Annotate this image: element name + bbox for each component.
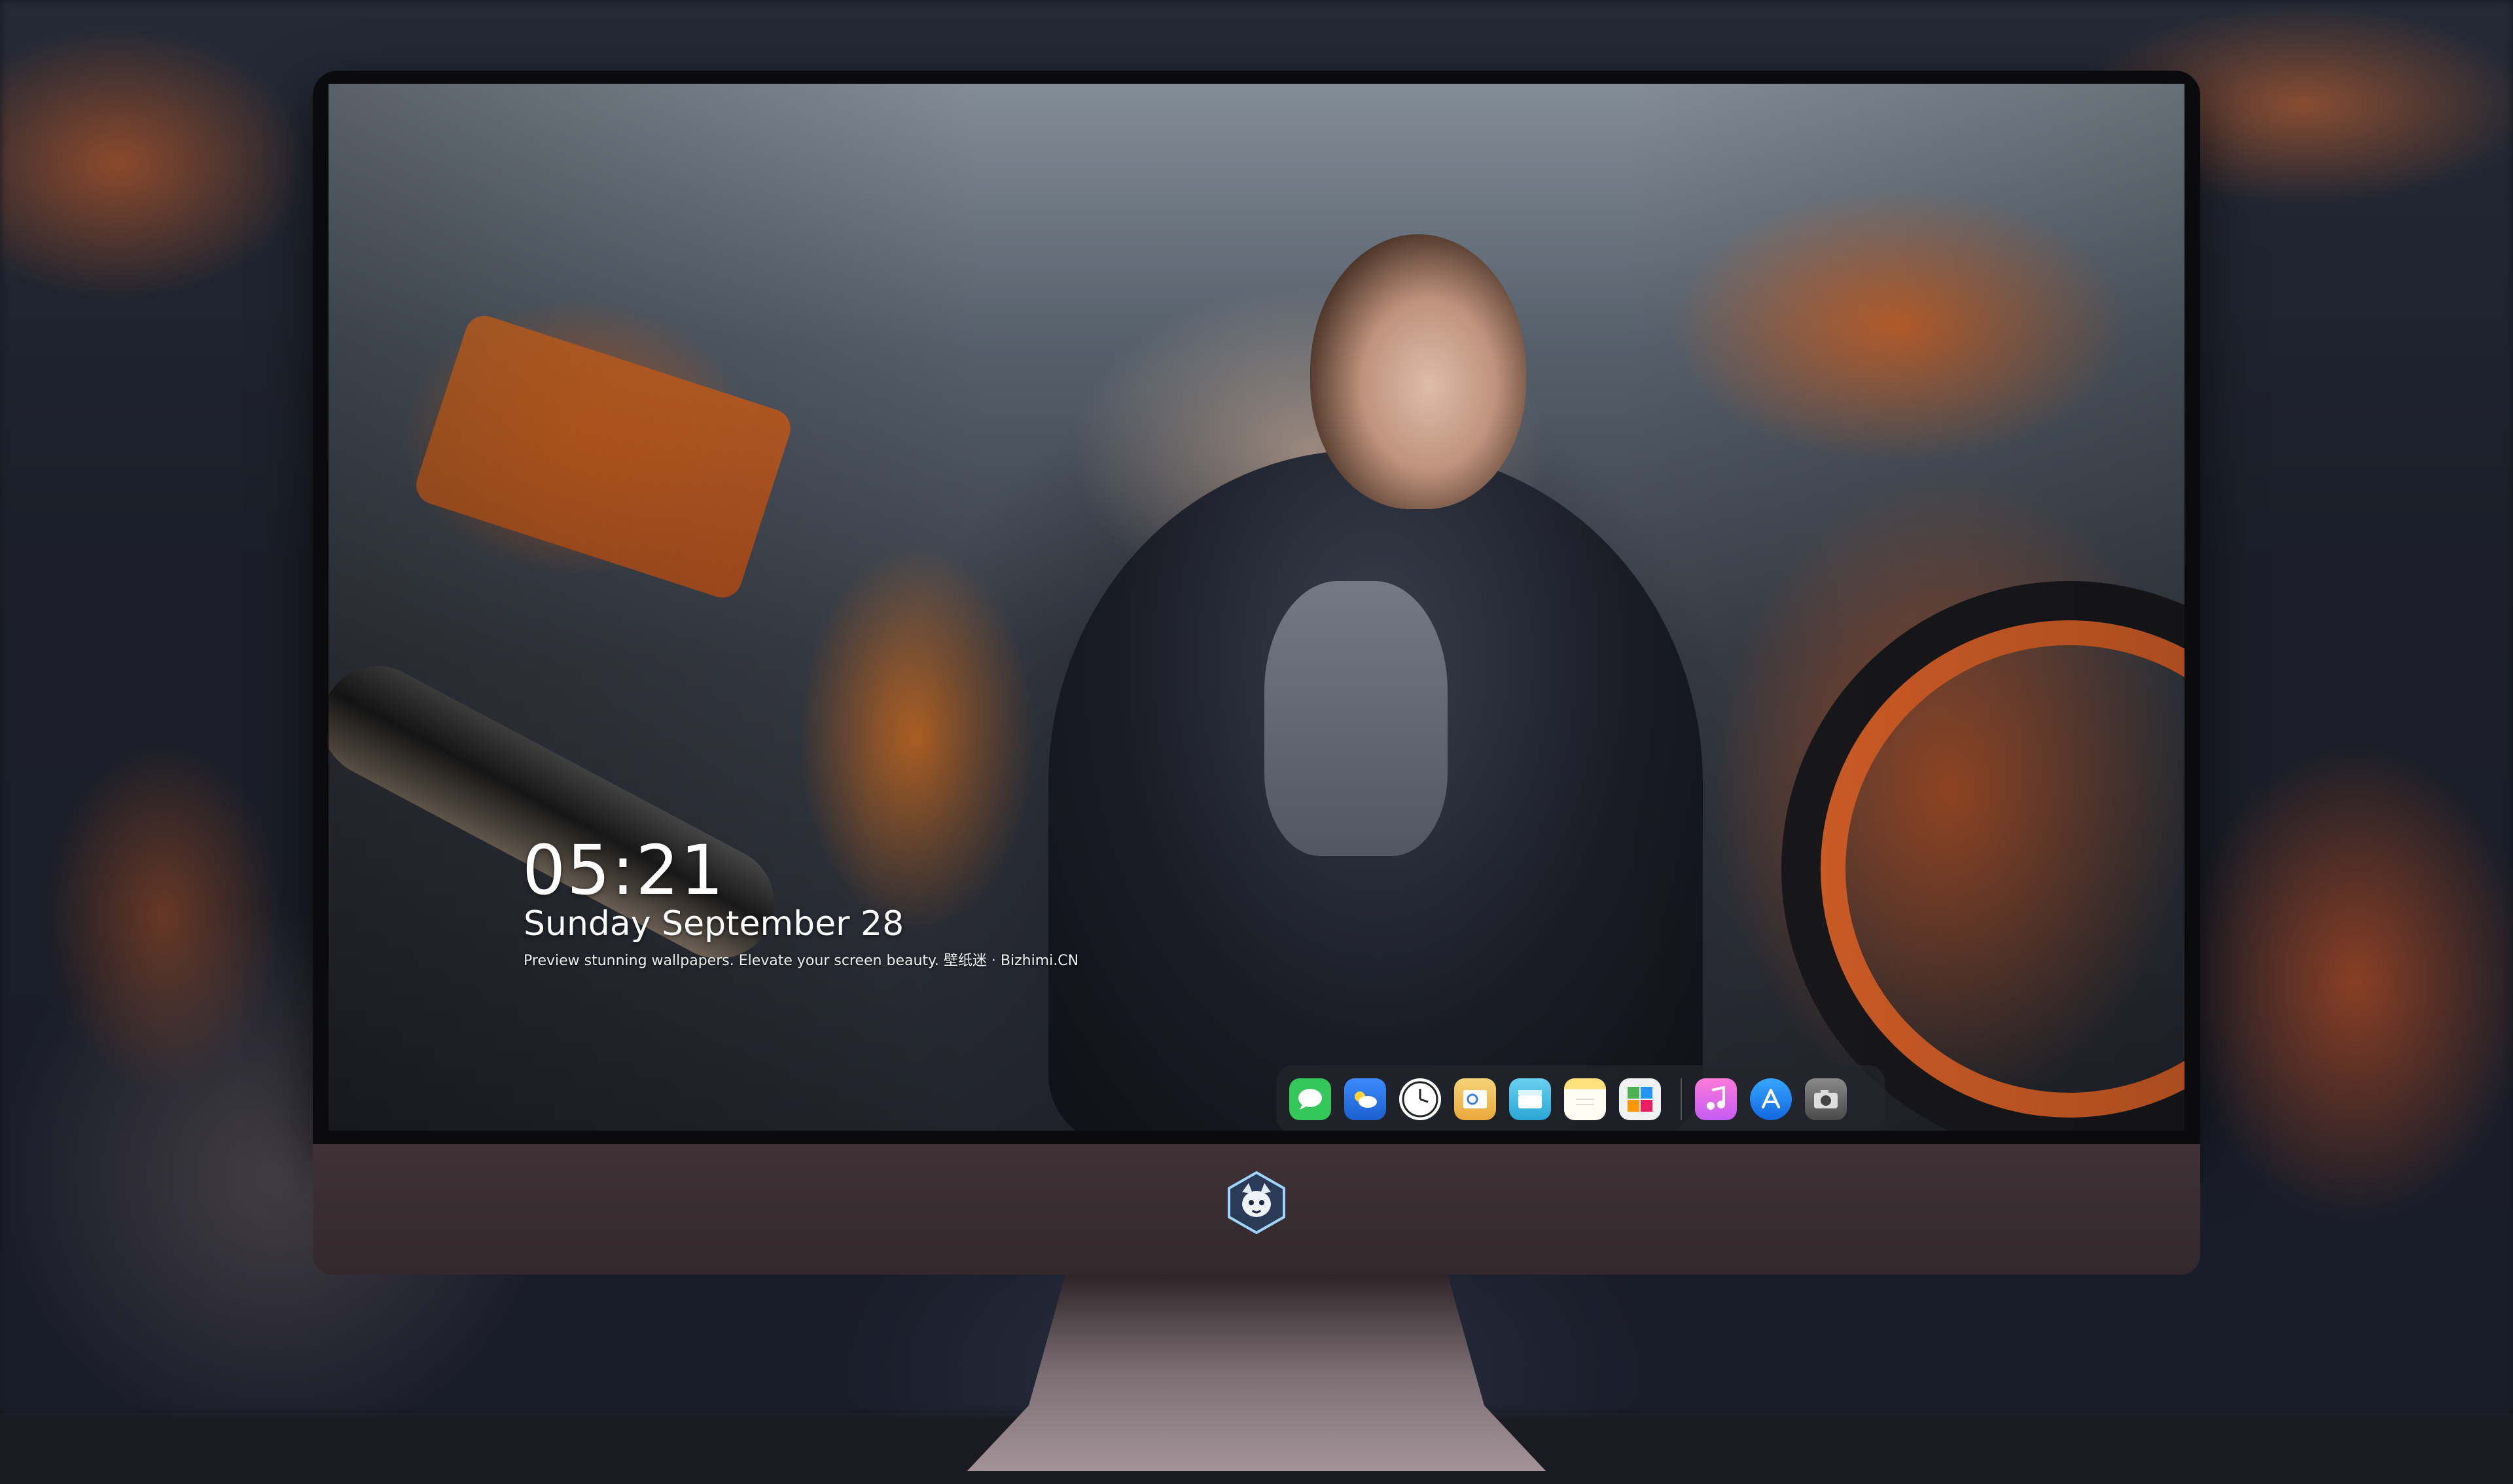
clock-date: Sunday September 28 (524, 904, 904, 944)
dock (1276, 1065, 1885, 1131)
monitor-chin (313, 1144, 2200, 1275)
wallpaper-caption: Preview stunning wallpapers. Elevate you… (524, 953, 1079, 969)
messages-icon[interactable] (1289, 1078, 1331, 1120)
app-store-icon[interactable] (1750, 1078, 1792, 1120)
clips-icon[interactable] (1509, 1078, 1551, 1120)
preview-icon[interactable] (1454, 1078, 1496, 1120)
photos-app-icon[interactable] (1619, 1078, 1661, 1120)
monitor: 05:21 Sunday September 28 Preview stunni… (313, 71, 2200, 1471)
notes-icon[interactable] (1564, 1078, 1606, 1120)
clock-icon[interactable] (1399, 1078, 1441, 1120)
fox-mascot-icon (1224, 1170, 1289, 1235)
clock-time: 05:21 (522, 830, 725, 910)
weather-icon[interactable] (1344, 1078, 1386, 1120)
dock-separator (1681, 1078, 1682, 1120)
monitor-bezel: 05:21 Sunday September 28 Preview stunni… (313, 71, 2200, 1144)
wallpaper-screen: 05:21 Sunday September 28 Preview stunni… (329, 84, 2184, 1131)
screen-vignette (329, 84, 2184, 1131)
itunes-icon[interactable] (1695, 1078, 1737, 1120)
monitor-stand (967, 1275, 1546, 1471)
screenshot-icon[interactable] (1805, 1078, 1847, 1120)
